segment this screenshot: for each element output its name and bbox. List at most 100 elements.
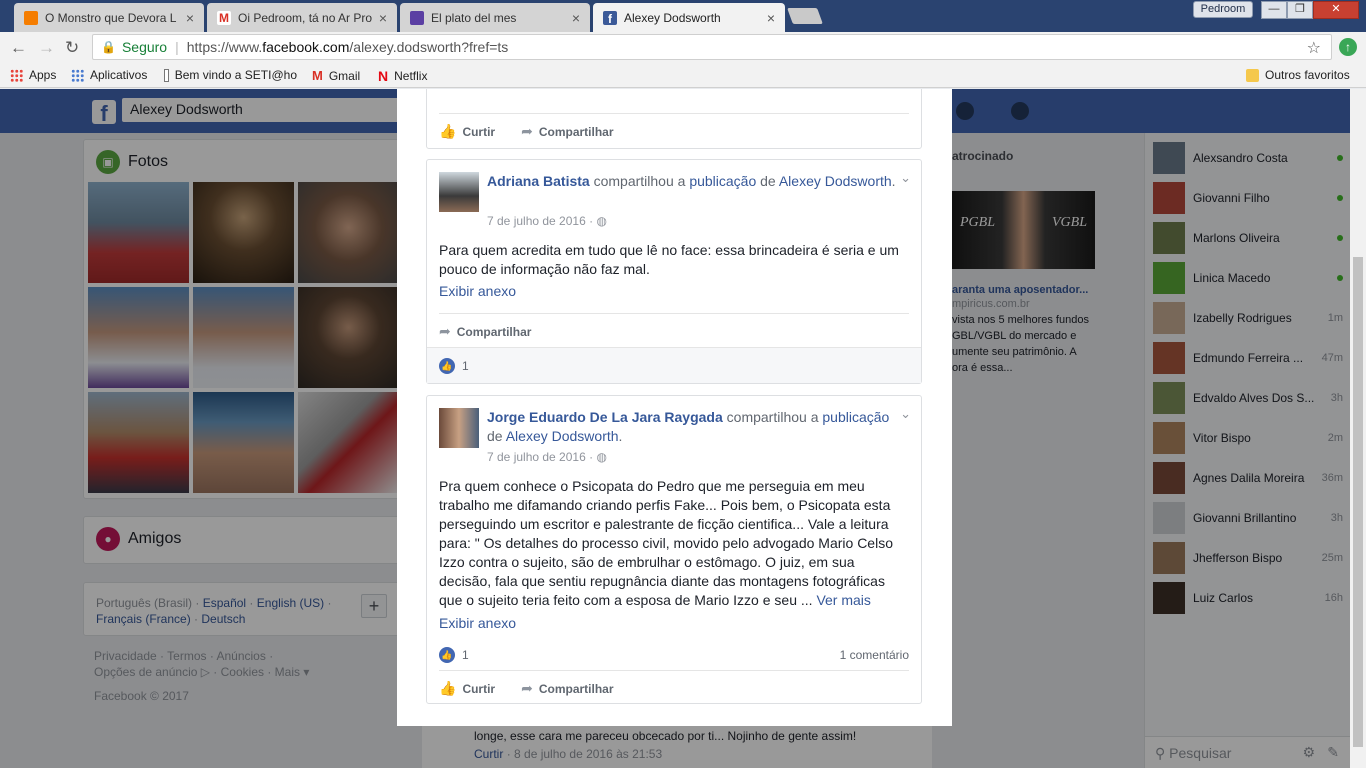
avatar[interactable] (439, 172, 479, 212)
page-owner-link[interactable]: Alexey Dodsworth (779, 173, 892, 189)
bookmark-label: Outros favoritos (1265, 68, 1350, 82)
share-verb: compartilhou a (593, 173, 686, 189)
close-tab-icon[interactable]: × (572, 10, 580, 26)
like-label: Curtir (462, 124, 496, 139)
browser-tab-1[interactable]: O Monstro que Devora L × (14, 3, 204, 32)
publication-link[interactable]: publicação (822, 409, 889, 425)
maximize-icon[interactable]: ❐ (1287, 1, 1313, 19)
reactions-bar[interactable]: 👍 1 (427, 347, 921, 383)
author-name[interactable]: Adriana Batista (487, 173, 590, 189)
bookmark-seti[interactable]: Bem vindo a SETI@ho (164, 68, 297, 82)
close-tab-icon[interactable]: × (767, 10, 775, 26)
lock-icon: 🔒 (101, 40, 116, 54)
browser-tab-strip: O Monstro que Devora L × M Oi Pedroom, t… (0, 0, 1366, 32)
bookmark-other-folder[interactable]: Outros favoritos (1246, 68, 1350, 82)
tab-title: Oi Pedroom, tá no Ar Pro (238, 10, 373, 25)
chevron-down-icon[interactable]: ⌄ (900, 170, 911, 186)
post-date[interactable]: 7 de julho de 2016 · ◍ (487, 450, 607, 464)
bookmark-label: Apps (29, 68, 57, 82)
post-actions: 👍 Curtir ➦ Compartilhar (439, 113, 909, 149)
like-reaction-icon: 👍 (439, 647, 455, 663)
reload-icon[interactable]: ↻ (65, 38, 79, 58)
bookmark-label: Bem vindo a SETI@ho (174, 68, 297, 82)
document-icon (164, 68, 169, 82)
like-count[interactable]: 1 (462, 648, 469, 662)
bookmark-label: Gmail (328, 68, 361, 83)
share-button[interactable]: ➦ Compartilhar (521, 123, 613, 140)
browser-tab-2[interactable]: M Oi Pedroom, tá no Ar Pro × (207, 3, 397, 32)
post-author-line: Jorge Eduardo De La Jara Raygada compart… (487, 409, 890, 444)
url-path: /alexey.dodsworth?fref=ts (349, 39, 509, 55)
shared-post-partial: 👍 Curtir ➦ Compartilhar (426, 89, 922, 149)
date-text: 7 de julho de 2016 · (487, 450, 594, 464)
publication-link[interactable]: publicação (689, 173, 756, 189)
blogger-icon (24, 10, 38, 25)
like-label: Curtir (462, 681, 496, 696)
chevron-down-icon[interactable]: ⌄ (900, 406, 911, 422)
comment-count[interactable]: 1 comentário (840, 648, 909, 662)
post-date[interactable]: 7 de julho de 2016 · ◍ (487, 214, 607, 228)
secure-label: Seguro (121, 39, 168, 55)
minimize-icon[interactable]: — (1261, 1, 1287, 19)
share-label: Compartilhar (456, 324, 532, 339)
close-window-icon[interactable]: ✕ (1313, 1, 1359, 19)
new-tab-button[interactable] (787, 8, 823, 24)
bookmark-netflix[interactable]: N Netflix (378, 68, 427, 84)
shared-post: Jorge Eduardo De La Jara Raygada compart… (426, 395, 922, 704)
like-reaction-icon: 👍 (439, 357, 455, 374)
close-tab-icon[interactable]: × (379, 10, 387, 26)
address-bar[interactable]: 🔒 Seguro | https://www. facebook.com/alex… (92, 34, 1332, 60)
gmail-icon: M (312, 68, 323, 83)
close-tab-icon[interactable]: × (186, 10, 194, 26)
bookmark-label: Netflix (394, 69, 428, 83)
share-arrow-icon: ➦ (521, 123, 533, 139)
scrollbar-thumb[interactable] (1353, 257, 1363, 747)
share-label: Compartilhar (538, 681, 614, 696)
public-globe-icon: ◍ (596, 214, 607, 228)
gmail-icon: M (217, 10, 231, 25)
forward-icon[interactable]: → (38, 38, 55, 58)
url-prefix: https://www. (186, 39, 263, 55)
share-button[interactable]: ➦ Compartilhar (439, 323, 531, 340)
bookmark-aplicativos[interactable]: Aplicativos (71, 68, 147, 82)
profile-button[interactable]: Pedroom (1193, 1, 1253, 18)
shares-dialog: 👍 Curtir ➦ Compartilhar Adriana Batista co… (397, 89, 952, 726)
extension-icon[interactable]: ↑ (1339, 38, 1357, 56)
browser-tab-4-active[interactable]: f Alexey Dodsworth × (593, 3, 785, 32)
share-label: Compartilhar (538, 124, 614, 139)
author-name[interactable]: Jorge Eduardo De La Jara Raygada (487, 409, 723, 425)
like-button[interactable]: 👍 Curtir (439, 123, 495, 140)
bookmark-apps[interactable]: Apps (10, 68, 56, 82)
page-scrollbar[interactable] (1350, 89, 1366, 768)
tab-title: O Monstro que Devora L (45, 10, 177, 25)
bookmark-gmail[interactable]: M Gmail (312, 68, 360, 83)
bookmark-label: Aplicativos (90, 68, 148, 82)
show-attachment-link[interactable]: Exibir anexo (439, 283, 516, 299)
tab-title: Alexey Dodsworth (624, 10, 721, 25)
see-more-link[interactable]: Ver mais (816, 592, 870, 608)
page-viewport: f Alexey Dodsworth ▣ Fotos ● Amigos Port… (0, 89, 1366, 768)
post-actions: 👍 Curtir ➦ Compartilhar (439, 670, 909, 706)
thumbs-up-icon: 👍 (439, 123, 457, 139)
post-stats: 👍 1 1 comentário (439, 641, 909, 669)
post-author-line: Adriana Batista compartilhou a publicaçã… (487, 173, 896, 189)
post-text: Pra quem conhece o Psicopata do Pedro qu… (439, 477, 909, 610)
share-verb: compartilhou a (726, 409, 819, 425)
tab-title: El plato del mes (431, 10, 517, 25)
back-icon[interactable]: ← (10, 38, 27, 58)
apps-grid-icon (71, 68, 84, 82)
browser-toolbar: ← → ↻ 🔒 Seguro | https://www. facebook.co… (0, 32, 1366, 62)
bookmark-star-icon[interactable]: ☆ (1307, 38, 1321, 58)
like-button[interactable]: 👍 Curtir (439, 680, 495, 697)
thumbs-up-icon: 👍 (439, 680, 457, 696)
divider: | (175, 39, 179, 55)
page-owner-link[interactable]: Alexey Dodsworth (506, 428, 619, 444)
browser-tab-3[interactable]: El plato del mes × (400, 3, 590, 32)
show-attachment-link[interactable]: Exibir anexo (439, 615, 516, 631)
date-text: 7 de julho de 2016 · (487, 214, 594, 228)
post-actions: ➦ Compartilhar (439, 313, 909, 349)
avatar[interactable] (439, 408, 479, 448)
site-icon (410, 10, 424, 25)
share-button[interactable]: ➦ Compartilhar (521, 680, 613, 697)
netflix-icon: N (378, 68, 389, 84)
